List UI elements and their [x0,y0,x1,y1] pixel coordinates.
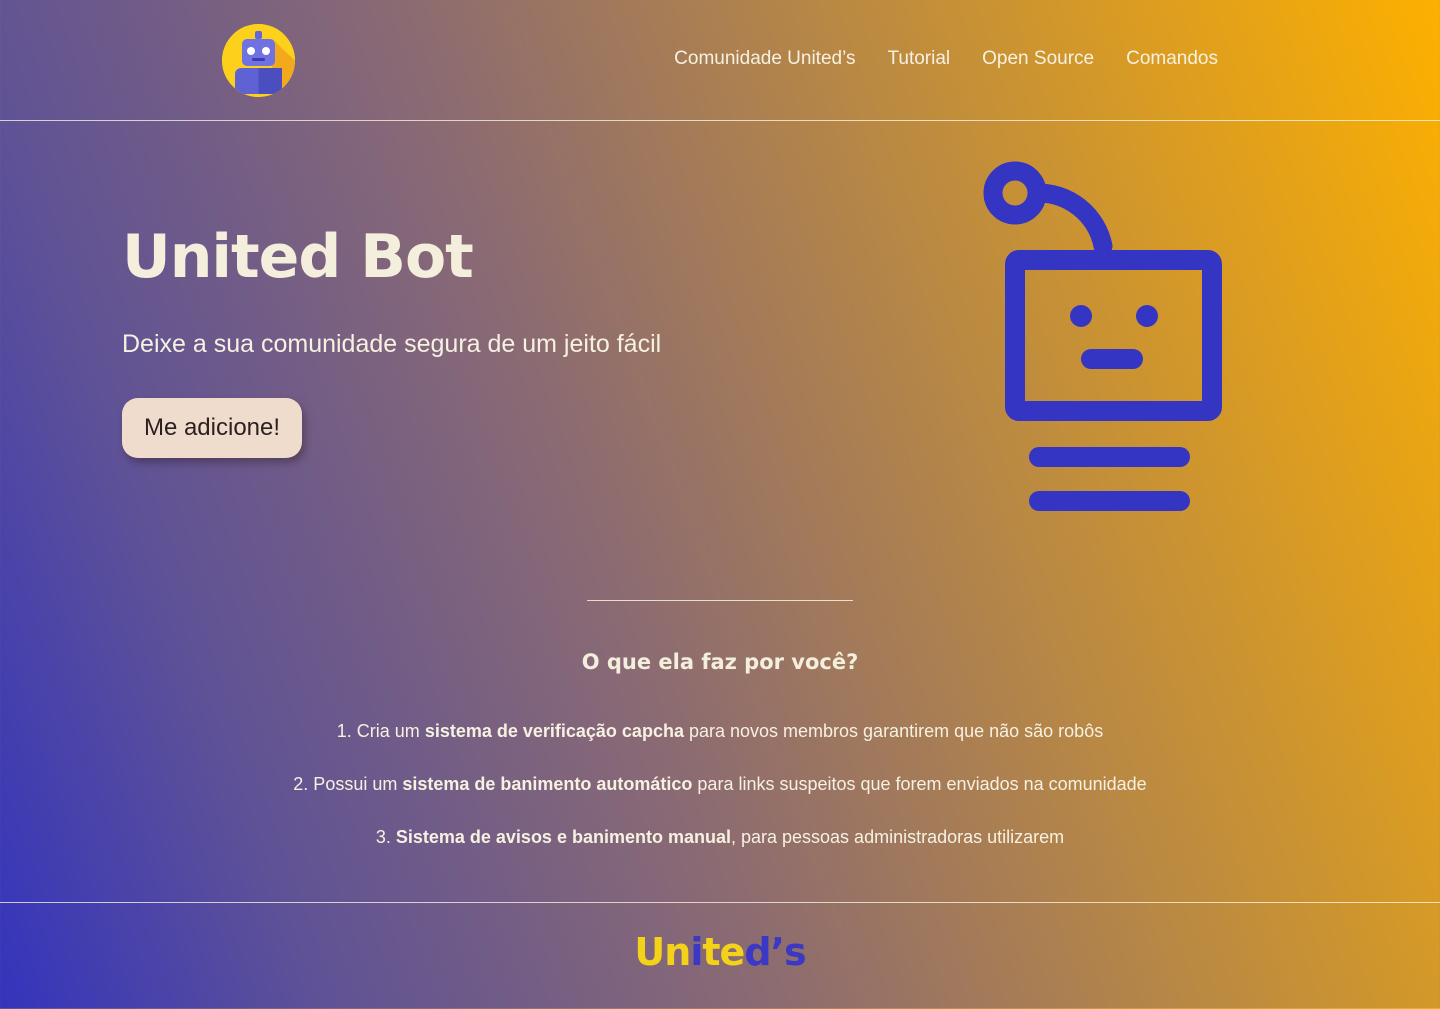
nav-link-open-source[interactable]: Open Source [982,48,1094,70]
nav-link-comunidade[interactable]: Comunidade United’s [674,48,855,70]
feature-item: 1. Cria um sistema de verificação capcha… [336,721,1104,741]
brand-letter: i [690,930,703,974]
add-bot-button[interactable]: Me adicione! [122,398,302,458]
hero-subtitle: Deixe a sua comunidade segura de um jeit… [122,330,662,358]
brand-letter: n [664,930,691,974]
footer-brand-logo[interactable]: United’s [0,930,1440,974]
nav-link-tutorial[interactable]: Tutorial [887,48,950,70]
brand-letter: e [719,930,746,974]
robot-line-icon [970,150,1240,530]
site-header: Comunidade United’s Tutorial Open Source… [0,0,1440,121]
brand-letter: U [634,930,665,974]
feature-item: 2. Possui um sistema de banimento automá… [293,774,1147,794]
brand-letter: d [744,930,771,974]
features-title: O que ela faz por você? [581,650,859,674]
main-nav: Comunidade United’s Tutorial Open Source… [674,48,1218,70]
brand-letter: t [702,930,720,974]
feature-item: 3. Sistema de avisos e banimento manual,… [375,827,1065,847]
brand-letter: ’ [770,930,785,974]
robot-avatar-icon[interactable] [222,24,295,97]
brand-letter: s [783,930,807,974]
hero-title: United Bot [122,222,474,292]
nav-link-comandos[interactable]: Comandos [1126,48,1218,70]
section-divider [587,600,853,601]
